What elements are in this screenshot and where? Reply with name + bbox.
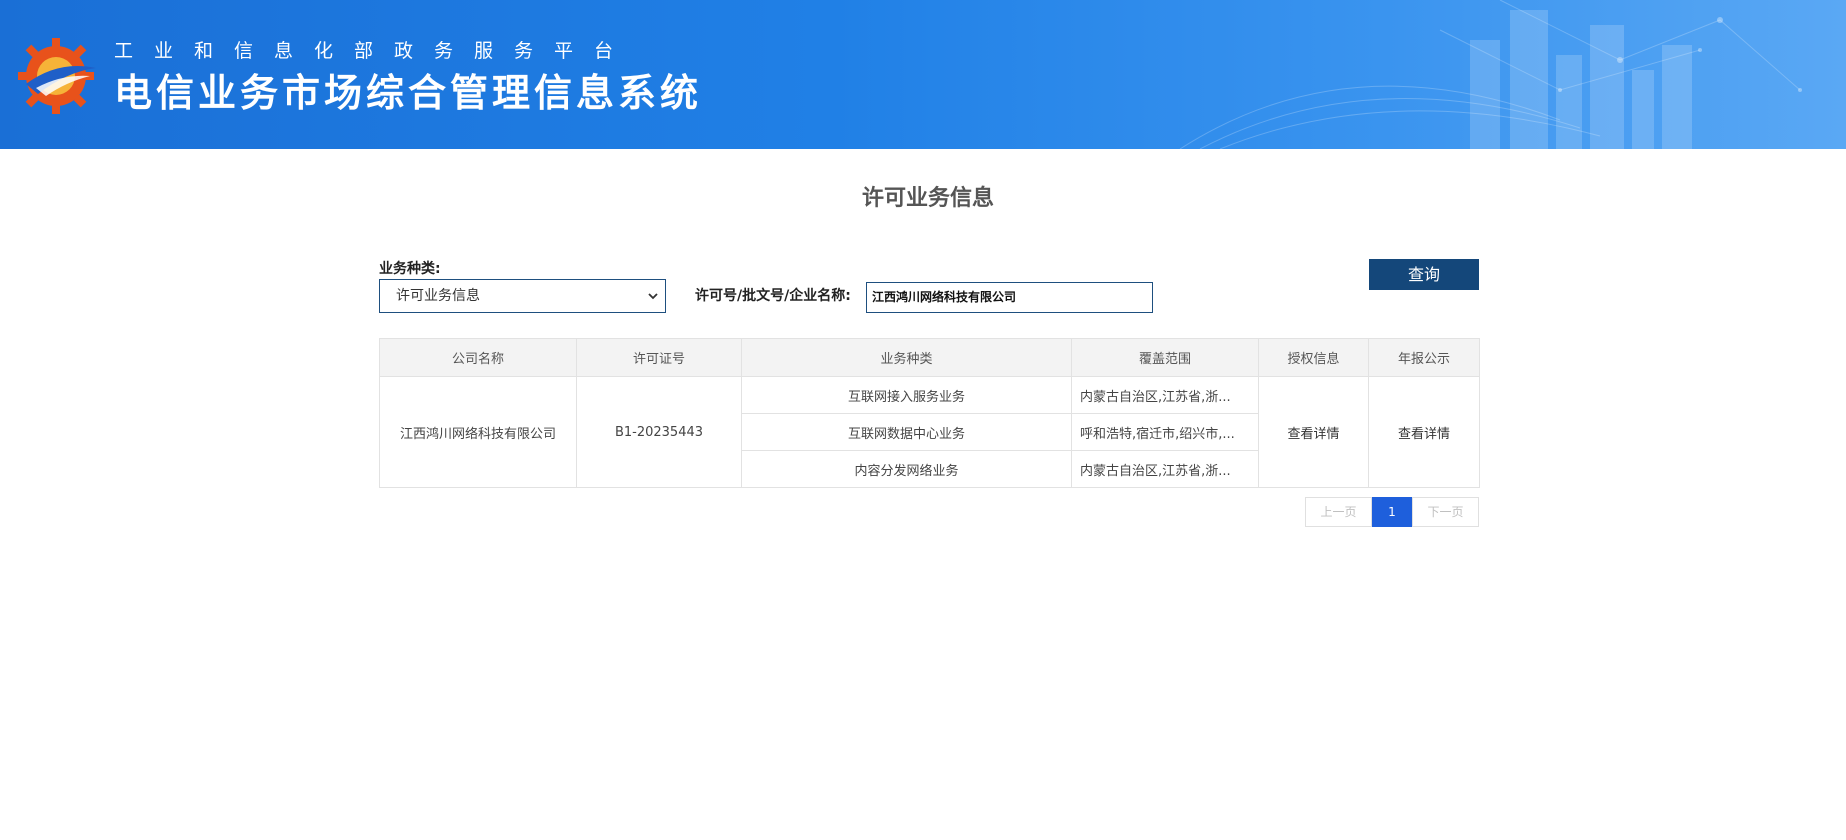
platform-subtitle: 工业和信息化部政务服务平台 (114, 40, 635, 62)
license-search-input[interactable]: 江西鸿川网络科技有限公司 (866, 282, 1153, 313)
business-type-select[interactable]: 许可业务信息 (379, 279, 666, 313)
pagination: 上一页 1 下一页 (1305, 497, 1479, 527)
table-row: 江西鸿川网络科技有限公司 B1-20235443 互联网接入服务业务 内蒙古自治… (379, 376, 1480, 488)
business-type-selected-value: 许可业务信息 (396, 288, 480, 304)
cell-company-name: 江西鸿川网络科技有限公司 (379, 376, 577, 488)
cell-business-type: 互联网接入服务业务 (741, 376, 1072, 414)
header-company-name: 公司名称 (379, 338, 577, 377)
header-business-type: 业务种类 (741, 338, 1072, 377)
cell-coverage-scope: 内蒙古自治区,江苏省,浙... (1071, 450, 1259, 488)
results-table: 公司名称 许可证号 业务种类 覆盖范围 授权信息 年报公示 江西鸿川网络科技有限… (379, 338, 1480, 488)
cell-annual-report: 查看详情 (1368, 376, 1480, 488)
header-coverage-scope: 覆盖范围 (1071, 338, 1259, 377)
prev-page-button[interactable]: 上一页 (1305, 497, 1372, 527)
license-search-label: 许可号/批文号/企业名称: (695, 288, 851, 304)
cell-business-type: 内容分发网络业务 (741, 450, 1072, 488)
cell-business-type: 互联网数据中心业务 (741, 413, 1072, 451)
cell-license-no: B1-20235443 (576, 376, 742, 488)
annual-report-detail-link[interactable]: 查看详情 (1398, 427, 1450, 442)
chevron-down-icon (648, 293, 658, 300)
next-page-button[interactable]: 下一页 (1412, 497, 1479, 527)
page-title: 许可业务信息 (861, 186, 994, 211)
cell-authorization-info: 查看详情 (1258, 376, 1369, 488)
miit-logo (18, 38, 96, 114)
authorization-detail-link[interactable]: 查看详情 (1287, 427, 1339, 442)
header-license-no: 许可证号 (576, 338, 742, 377)
system-title: 电信业务市场综合管理信息系统 (114, 71, 703, 115)
query-button[interactable]: 查询 (1369, 259, 1479, 290)
cell-coverage-scope: 呼和浩特,宿迁市,绍兴市,... (1071, 413, 1259, 451)
business-type-label: 业务种类: (379, 261, 441, 277)
table-header-row: 公司名称 许可证号 业务种类 覆盖范围 授权信息 年报公示 (379, 338, 1480, 377)
header-banner: 工业和信息化部政务服务平台 电信业务市场综合管理信息系统 (0, 0, 1846, 149)
cell-coverage-scope: 内蒙古自治区,江苏省,浙... (1071, 376, 1259, 414)
header-annual-report: 年报公示 (1368, 338, 1480, 377)
header-authorization-info: 授权信息 (1258, 338, 1369, 377)
page-number-current[interactable]: 1 (1372, 497, 1412, 527)
